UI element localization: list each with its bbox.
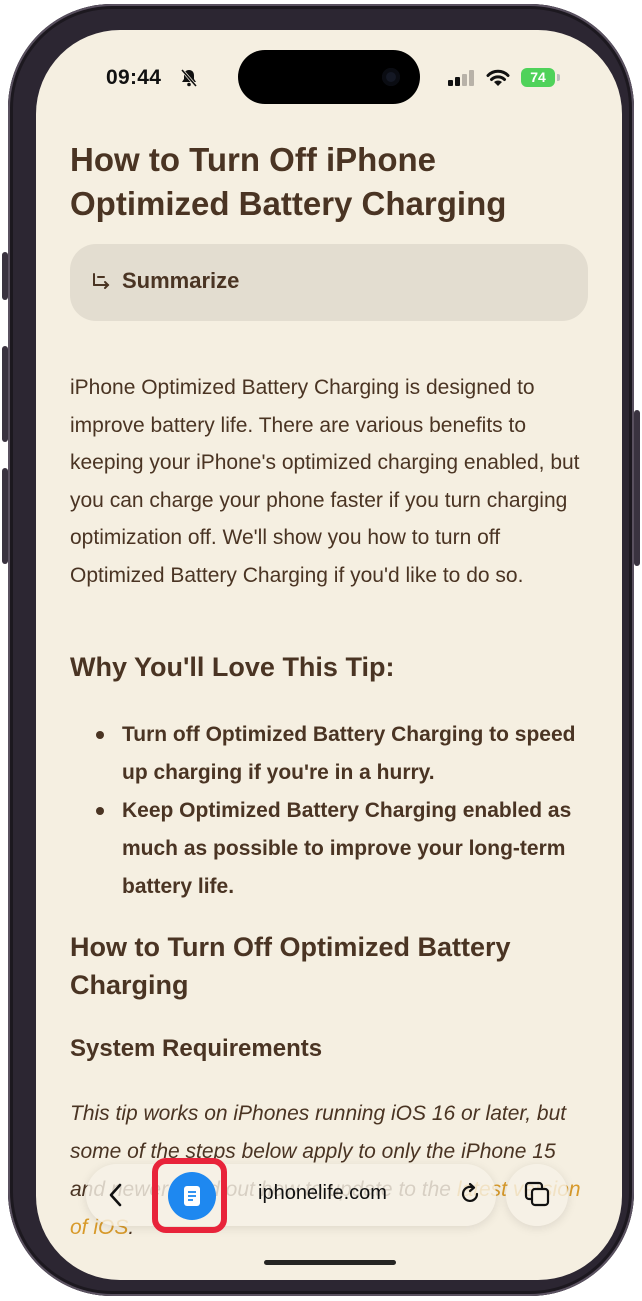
tabs-button[interactable] — [506, 1164, 568, 1226]
why-heading: Why You'll Love This Tip: — [70, 652, 395, 682]
summarize-label: Summarize — [122, 268, 240, 293]
cellular-signal-icon — [448, 70, 474, 86]
summarize-button[interactable]: Summarize — [70, 244, 588, 321]
reader-button-highlight — [152, 1158, 227, 1233]
list-item: Turn off Optimized Battery Charging to s… — [70, 716, 580, 792]
wifi-icon — [486, 69, 510, 86]
screenshot: 09:44 74 How to Turn Off iPhone Optimize… — [0, 0, 642, 1301]
reload-icon[interactable] — [458, 1182, 482, 1206]
url-field[interactable]: iphonelife.com — [258, 1182, 387, 1205]
article-title: How to Turn Off iPhone Optimized Battery… — [70, 141, 507, 222]
tabs-icon — [524, 1181, 550, 1207]
bullet-text: Turn off Optimized Battery Charging to s… — [122, 723, 576, 784]
bullet-dot — [96, 731, 104, 739]
sysreq-heading: System Requirements — [70, 1035, 323, 1062]
intro-paragraph: iPhone Optimized Battery Charging is des… — [70, 376, 580, 587]
howto-heading: How to Turn Off Optimized Battery Chargi… — [70, 932, 511, 1000]
dynamic-island — [238, 50, 420, 104]
address-bar[interactable]: iphonelife.com — [86, 1164, 496, 1226]
home-indicator — [264, 1260, 396, 1265]
power-button — [634, 410, 640, 566]
phone-frame: 09:44 74 How to Turn Off iPhone Optimize… — [8, 4, 634, 1296]
bullet-dot — [96, 807, 104, 815]
status-time: 09:44 — [106, 66, 162, 89]
back-chevron-icon[interactable] — [108, 1182, 124, 1208]
battery-indicator: 74 — [521, 68, 555, 87]
benefits-list: Turn off Optimized Battery Charging to s… — [70, 716, 580, 906]
screen: 09:44 74 How to Turn Off iPhone Optimize… — [36, 30, 622, 1280]
battery-nub — [557, 74, 560, 81]
bullet-text: Keep Optimized Battery Charging enabled … — [122, 799, 572, 898]
front-camera — [382, 68, 400, 86]
summarize-icon — [93, 273, 110, 289]
list-item: Keep Optimized Battery Charging enabled … — [70, 792, 580, 906]
bell-slash-icon — [180, 69, 198, 87]
